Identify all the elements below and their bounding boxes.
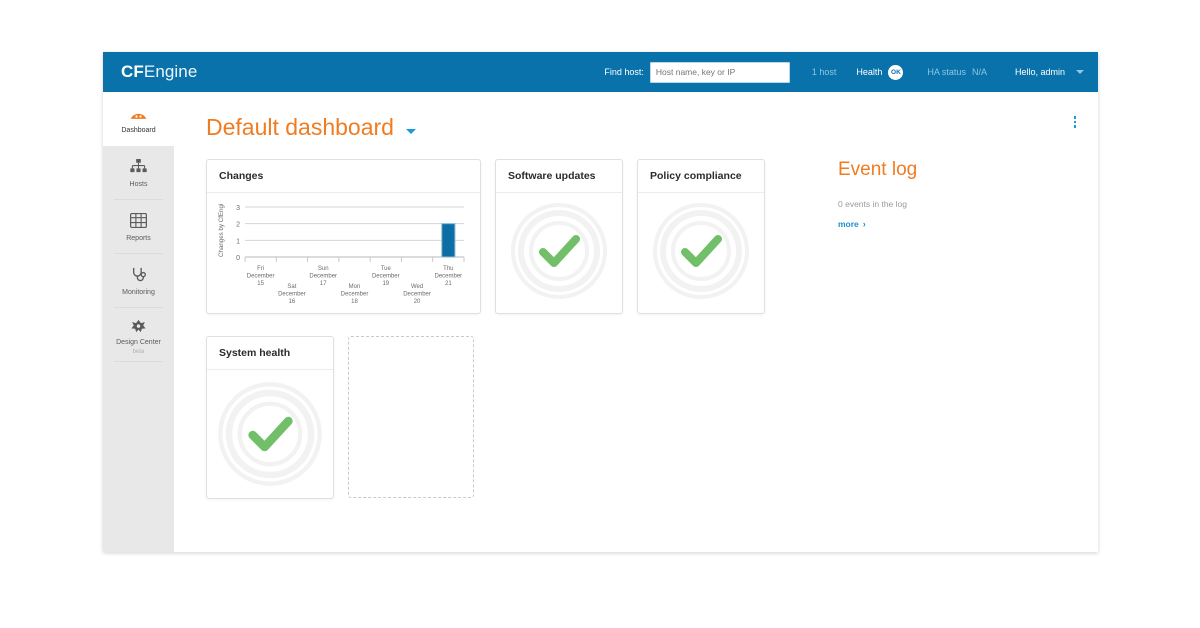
widget-policy-compliance[interactable]: Policy compliance: [637, 159, 765, 314]
widget-body: [638, 193, 764, 308]
widget-system-health[interactable]: System health: [206, 336, 334, 499]
widget-title: System health: [207, 337, 333, 370]
ha-status-value: N/A: [971, 67, 987, 77]
widget-changes[interactable]: Changes 0 1 2 3 Changes by CfEngi Fri December…: [206, 159, 481, 314]
x-axis-tick-label: December: [403, 292, 431, 298]
kebab-dot: [1073, 125, 1076, 128]
health-label: Health: [856, 67, 883, 77]
x-axis-tick-label: 17: [320, 281, 327, 287]
top-navigation-bar: CFEngine Find host: 1 host Health OK HA …: [103, 52, 1098, 92]
chevron-down-icon[interactable]: [1076, 70, 1084, 74]
widget-grid: Changes 0 1 2 3 Changes by CfEngi Fri December…: [206, 159, 806, 521]
status-ok-icon: [218, 382, 322, 486]
widget-body: [207, 370, 333, 498]
page-title: Default dashboard: [206, 114, 394, 140]
x-axis-tick-label: Sat: [287, 284, 296, 290]
widget-body: 0 1 2 3 Changes by CfEngi Fri December 15 Sat Dec…: [207, 193, 480, 313]
status-ok-icon: [653, 202, 749, 299]
x-axis-tick-label: Sun: [318, 266, 329, 272]
x-axis-tick-label: December: [309, 274, 337, 280]
chevron-down-icon[interactable]: [405, 128, 416, 134]
y-axis-tick-label: 2: [236, 222, 240, 229]
status-ok-icon: [511, 202, 607, 299]
search-input[interactable]: [649, 61, 790, 83]
host-count-label[interactable]: 1 host: [812, 67, 837, 77]
chevron-right-icon: ›: [862, 219, 866, 229]
page-header: Default dashboard: [174, 92, 1098, 141]
widget-row: Changes 0 1 2 3 Changes by CfEngi Fri December…: [206, 159, 806, 314]
x-axis-tick-label: Thu: [443, 266, 453, 272]
x-axis-tick-label: Fri: [257, 266, 264, 272]
sidebar-navigation: Dashboard Hosts Reports Monitoring Desig…: [103, 92, 174, 552]
widget-title: Software updates: [496, 160, 622, 193]
widget-row: System health: [206, 336, 806, 499]
x-axis-tick-label: 19: [382, 281, 389, 287]
stethoscope-icon: [131, 265, 147, 285]
x-axis-tick-label: December: [372, 274, 400, 280]
y-axis-title: Changes by CfEngi: [218, 204, 225, 257]
sidebar-item-design-center[interactable]: Design Center beta: [103, 308, 174, 362]
x-axis-tick-label: Wed: [411, 284, 423, 290]
event-log-title: Event log: [838, 159, 918, 180]
bar: [441, 223, 456, 258]
x-axis-tick-label: 21: [445, 281, 452, 287]
sidebar-item-monitoring[interactable]: Monitoring: [103, 254, 174, 308]
x-axis-tick-label: December: [247, 274, 275, 280]
changes-bar-chart[interactable]: 0 1 2 3 Changes by CfEngi Fri December 15 Sat Dec…: [215, 201, 472, 309]
hosts-tree-icon: [130, 157, 147, 177]
status-badge[interactable]: OK: [888, 64, 904, 80]
x-axis-tick-label: December: [435, 274, 463, 280]
cfengine-logo[interactable]: CFEngine: [121, 62, 197, 82]
logo-cf: CF: [121, 62, 144, 81]
x-axis-tick-label: December: [341, 292, 369, 298]
x-axis-tick-label: 15: [257, 281, 264, 287]
sidebar-item-label: Dashboard: [121, 126, 156, 134]
logo-engine: Engine: [143, 62, 198, 81]
sidebar-item-label: Monitoring: [122, 288, 155, 296]
widget-software-updates[interactable]: Software updates: [495, 159, 623, 314]
kebab-dot: [1073, 120, 1076, 123]
sidebar-item-label: Reports: [126, 234, 151, 242]
widget-title: Policy compliance: [638, 160, 764, 193]
y-axis-tick-label: 0: [236, 255, 240, 262]
app-window: CFEngine Find host: 1 host Health OK HA …: [103, 52, 1098, 552]
kebab-dot: [1073, 116, 1076, 119]
event-log-panel: Event log 0 events in the log more ›: [806, 159, 1018, 521]
ha-status-label: HA status: [927, 67, 966, 77]
sidebar-item-label: Design Center: [116, 339, 161, 347]
find-host-label: Find host:: [604, 67, 644, 77]
user-menu-label[interactable]: Hello, admin: [1015, 67, 1065, 77]
dashboard-content: Changes 0 1 2 3 Changes by CfEngi Fri December…: [174, 141, 1098, 521]
gauge-icon: [129, 103, 148, 123]
y-axis-tick-label: 1: [236, 238, 240, 245]
more-label: more: [838, 219, 859, 229]
x-axis-tick-label: Tue: [381, 266, 392, 272]
kebab-menu-icon[interactable]: [1073, 116, 1076, 128]
x-axis-tick-label: Mon: [349, 284, 361, 290]
grid-table-icon: [130, 211, 147, 231]
main-content: Default dashboard Changes 0 1 2 3 Change…: [174, 92, 1098, 552]
top-bar-right-group: Find host: 1 host Health OK HA status N/…: [604, 52, 1084, 92]
sidebar-item-label: Hosts: [129, 180, 148, 188]
sidebar-item-beta-badge: beta: [132, 348, 145, 355]
y-axis-tick-label: 3: [236, 205, 240, 212]
widget-title: Changes: [207, 160, 480, 193]
chart-canvas: 0123Changes by CfEngiFriDecember15 SatDec…: [218, 204, 465, 305]
widget-body: [496, 193, 622, 308]
event-log-count: 0 events in the log: [838, 199, 907, 209]
widget-empty-slot[interactable]: [348, 336, 474, 498]
x-axis-tick-label: December: [278, 292, 306, 298]
sidebar-item-reports[interactable]: Reports: [103, 200, 174, 254]
sidebar-item-dashboard[interactable]: Dashboard: [103, 92, 174, 146]
x-axis-tick-label: 16: [289, 299, 296, 305]
app-body: Dashboard Hosts Reports Monitoring Desig…: [103, 92, 1098, 552]
x-axis-tick-label: 20: [414, 299, 421, 305]
x-axis-tick-label: 18: [351, 299, 358, 305]
sprocket-icon: [130, 315, 147, 335]
sidebar-item-hosts[interactable]: Hosts: [103, 146, 174, 200]
event-log-more-link[interactable]: more ›: [838, 219, 866, 229]
